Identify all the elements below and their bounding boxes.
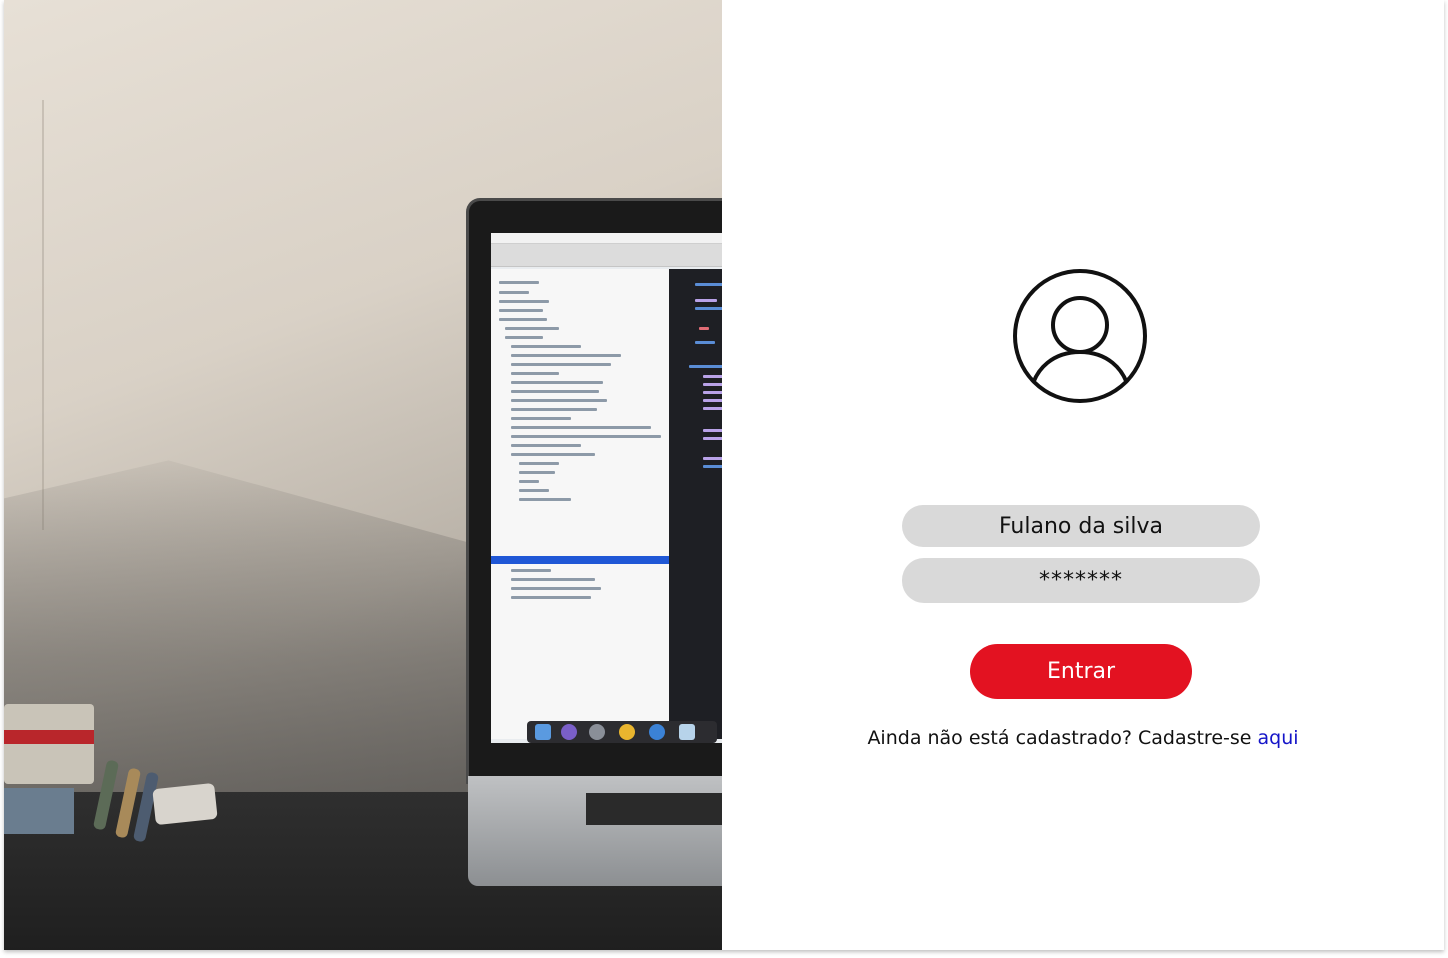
screen-toolbar xyxy=(491,244,722,267)
login-window: Entrar Ainda não está cadastrado? Cadast… xyxy=(4,0,1444,950)
user-circle-icon xyxy=(1013,269,1147,403)
selected-file-row xyxy=(491,556,669,564)
book-strap xyxy=(4,730,94,744)
screen-menubar xyxy=(491,233,722,244)
laptop-screen xyxy=(491,233,722,743)
login-button[interactable]: Entrar xyxy=(970,644,1192,699)
eraser xyxy=(152,782,218,826)
hero-photo xyxy=(4,0,722,950)
screen-file-tree xyxy=(491,269,670,739)
signup-link[interactable]: aqui xyxy=(1258,727,1299,749)
signup-prompt: Ainda não está cadastrado? Cadastre-se a… xyxy=(722,727,1444,749)
notebooks xyxy=(4,788,74,834)
laptop-lid xyxy=(466,198,722,784)
laptop-keyboard xyxy=(586,793,722,825)
password-field[interactable] xyxy=(902,558,1260,603)
book-stack xyxy=(4,704,96,834)
signup-text: Ainda não está cadastrado? Cadastre-se xyxy=(867,727,1252,749)
screen-code-editor xyxy=(669,269,722,739)
screen-dock xyxy=(527,721,717,743)
login-panel: Entrar Ainda não está cadastrado? Cadast… xyxy=(722,0,1444,950)
wall-corner xyxy=(42,100,44,530)
laptop xyxy=(466,198,722,888)
book xyxy=(4,704,94,784)
username-field[interactable] xyxy=(902,505,1260,547)
